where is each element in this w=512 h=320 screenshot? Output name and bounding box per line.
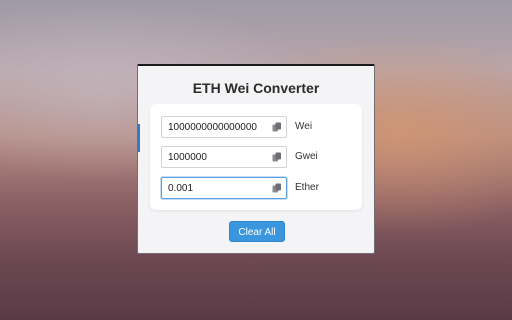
copy-icon[interactable] bbox=[272, 183, 282, 193]
wei-field-box bbox=[161, 116, 287, 138]
wei-unit-label: Wei bbox=[295, 121, 313, 132]
gwei-field-box bbox=[161, 146, 287, 168]
wei-input[interactable] bbox=[168, 118, 268, 136]
ether-unit-label: Ether bbox=[295, 182, 319, 193]
gwei-input[interactable] bbox=[168, 148, 268, 166]
copy-icon[interactable] bbox=[272, 152, 282, 162]
gwei-unit-label: Gwei bbox=[295, 151, 318, 162]
page-title: ETH Wei Converter bbox=[192, 80, 320, 96]
clear-all-button[interactable]: Clear All bbox=[229, 221, 285, 242]
copy-icon[interactable] bbox=[272, 122, 282, 132]
ether-field-box bbox=[161, 177, 287, 199]
side-accent bbox=[138, 124, 140, 152]
converter-popup: ETH Wei Converter Wei Gwei bbox=[137, 64, 375, 254]
converter-card: Wei Gwei Ether bbox=[150, 104, 362, 210]
ether-input[interactable] bbox=[168, 179, 268, 197]
